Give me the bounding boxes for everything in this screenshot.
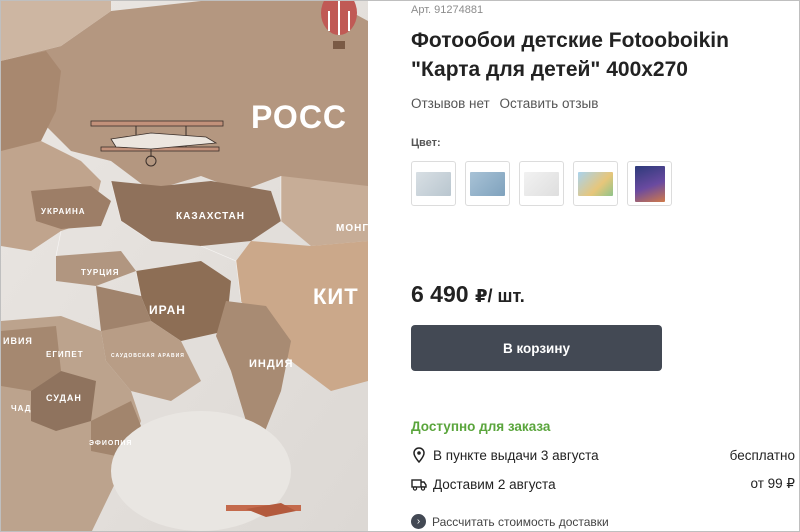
swatch-thumb: [416, 171, 451, 196]
product-info: Арт. 91274881 Фотообои детские Fotooboik…: [368, 1, 799, 531]
pickup-row: В пункте выдачи 3 августа бесплатно: [411, 447, 799, 463]
map-label-ukraine: УКРАИНА: [41, 207, 86, 216]
color-label: Цвет:: [411, 137, 441, 149]
pickup-price: бесплатно: [729, 447, 795, 463]
calculate-delivery-link[interactable]: › Рассчитать стоимость доставки: [411, 514, 609, 529]
map-label-kazakhstan: КАЗАХСТАН: [176, 211, 245, 222]
map-label-libya: ИВИЯ: [3, 336, 33, 346]
delivery-price: от 99 ₽: [750, 476, 795, 491]
map-label-india: ИНДИЯ: [249, 358, 294, 370]
color-swatch-space-image[interactable]: [627, 161, 672, 206]
reviews-row: Отзывов нет Оставить отзыв: [411, 96, 604, 111]
leave-review-link[interactable]: Оставить отзыв: [500, 96, 599, 111]
map-label-sudan: СУДАН: [46, 393, 82, 403]
product-sku: Арт. 91274881: [411, 4, 484, 16]
color-swatch-colorful-map[interactable]: [573, 161, 618, 206]
color-swatch-blue-map[interactable]: [465, 161, 510, 206]
map-label-russia: РОСС: [251, 99, 347, 135]
calculate-delivery-label: Рассчитать стоимость доставки: [432, 514, 609, 529]
arrow-right-icon: ›: [411, 514, 426, 529]
location-pin-icon: [411, 447, 427, 463]
price-value: 6 490: [411, 281, 469, 307]
color-swatch-light-gray-map[interactable]: [411, 161, 456, 206]
availability-status: Доступно для заказа: [411, 419, 551, 434]
truck-icon: [411, 476, 427, 492]
product-image[interactable]: РОСС КАЗАХСТАН УКРАИНА ТУРЦИЯ ИРАН КИТ И…: [1, 1, 368, 531]
map-illustration: РОСС КАЗАХСТАН УКРАИНА ТУРЦИЯ ИРАН КИТ И…: [1, 1, 368, 531]
map-label-ethiopia: ЭФИОПИЯ: [89, 440, 132, 447]
delivery-label: Доставим 2 августа: [433, 476, 556, 492]
add-to-cart-button[interactable]: В корзину: [411, 325, 662, 371]
product-title: Фотообои детские Fotooboikin "Карта для …: [411, 29, 729, 81]
swatch-thumb: [634, 165, 665, 202]
color-swatch-white-map[interactable]: [519, 161, 564, 206]
delivery-row: Доставим 2 августа от 99 ₽: [411, 476, 799, 492]
page-frame: РОСС КАЗАХСТАН УКРАИНА ТУРЦИЯ ИРАН КИТ И…: [0, 0, 800, 532]
price-unit: / шт.: [487, 286, 525, 306]
swatch-thumb: [578, 171, 613, 196]
product-price: 6 490 ₽/ шт.: [411, 281, 525, 308]
map-label-turkey: ТУРЦИЯ: [81, 268, 120, 277]
color-swatches: [411, 161, 681, 206]
map-label-chad: ЧАД: [11, 404, 31, 413]
price-currency: ₽: [474, 286, 488, 306]
map-label-saudi: САУДОВСКАЯ АРАВИЯ: [111, 353, 185, 359]
swatch-thumb: [524, 171, 559, 196]
map-label-egypt: ЕГИПЕТ: [46, 350, 84, 359]
map-label-china: КИТ: [313, 284, 359, 309]
map-label-iran: ИРАН: [149, 303, 186, 317]
swatch-thumb: [470, 171, 505, 196]
map-label-mongolia: МОНГ: [336, 223, 368, 234]
reviews-count: Отзывов нет: [411, 96, 490, 111]
